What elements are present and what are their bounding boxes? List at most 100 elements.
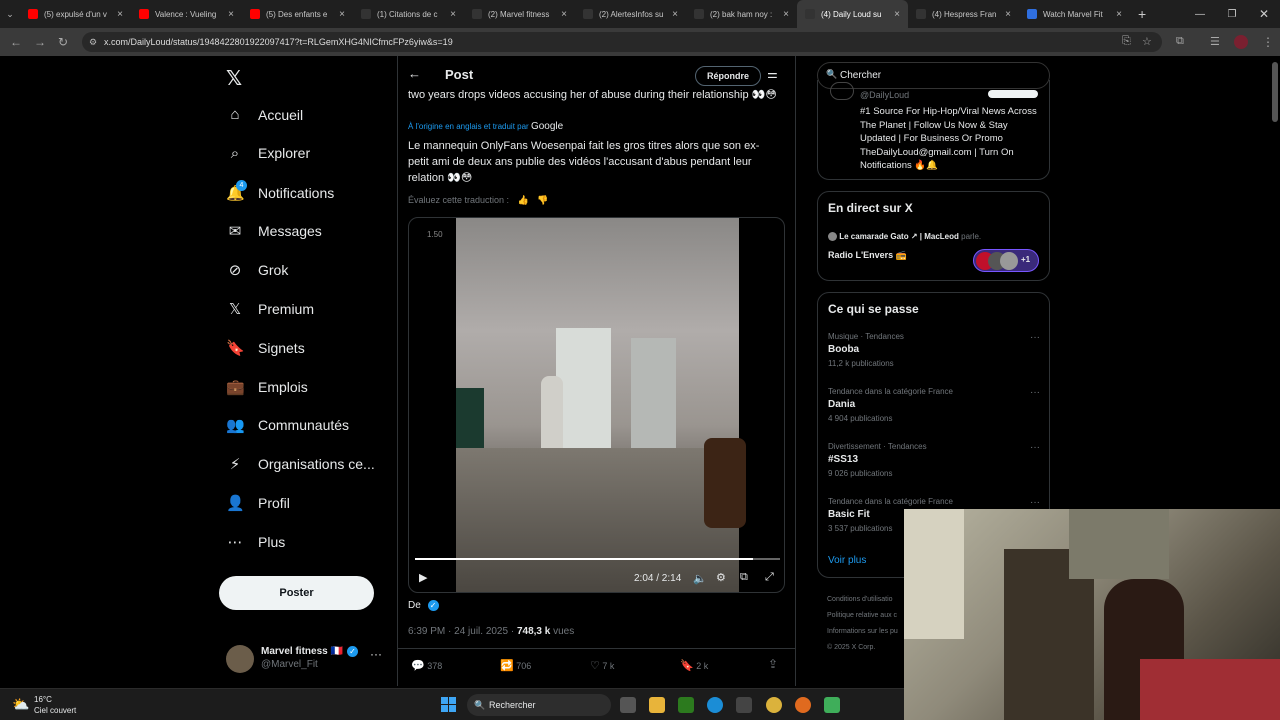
video-settings-icon[interactable]: ⚙ [716,571,726,584]
sidebar-item-organisations-ce[interactable]: ⚡ Organisations ce... [226,455,375,473]
back-arrow-icon[interactable]: ← [408,66,421,81]
footer-link[interactable]: Conditions d'utilisatio [827,592,907,608]
sidebar-item-signets[interactable]: 🔖 Signets [226,339,305,357]
close-window-button[interactable]: ✕ [1248,7,1280,21]
footer-link[interactable]: Informations sur les pu [827,624,907,640]
reply-button[interactable]: Répondre [695,66,761,86]
settings-sliders-icon[interactable]: ⚌ [767,67,778,81]
pip-icon[interactable]: ⧉ [740,571,748,584]
account-switcher[interactable]: Marvel fitness 🇫🇷 ✓ @Marvel_Fit ··· [226,643,386,675]
trend-item[interactable]: Divertissement · Tendances #SS13 9 026 p… [828,442,1040,478]
profile-avatar[interactable] [1234,35,1248,49]
fullscreen-icon[interactable]: ⤢ [765,571,774,584]
tab-close-icon[interactable]: × [672,9,678,20]
firefox-icon[interactable] [795,697,811,713]
repost-action[interactable]: 🔁 706 [500,659,531,672]
browser-tab[interactable]: (2) bak ham noy : × [686,0,797,28]
sidebar-item-grok[interactable]: ⊘ Grok [226,261,289,279]
browser-tab[interactable]: (5) Des enfants e × [242,0,353,28]
sidebar-item-premium[interactable]: 𝕏 Premium [226,300,314,318]
x-logo[interactable]: 𝕏 [226,66,242,91]
tab-close-icon[interactable]: × [228,9,234,20]
post-button[interactable]: Poster [219,576,374,610]
edge-icon[interactable] [707,697,723,713]
video-progress-bar[interactable] [415,558,780,560]
minimize-window-button[interactable]: — [1184,9,1216,20]
browser-tab[interactable]: (2) AlertesInfos su × [575,0,686,28]
bookmark-action[interactable]: 🔖 2 k [680,659,708,672]
new-tab-button[interactable]: + [1138,6,1146,22]
thumbs-down-icon[interactable]: 👎 [537,195,548,205]
browser-tab[interactable]: (5) expulsé d'un v × [20,0,131,28]
tab-list-chevron-icon[interactable]: ⌄ [0,9,20,20]
browser-tab[interactable]: (4) Daily Loud su × [797,0,908,28]
trend-item[interactable]: Musique · Tendances Booba 11,2 k publica… [828,332,1040,368]
browser-tab[interactable]: (4) Hespress Fran × [908,0,1019,28]
trend-more-icon[interactable]: ··· [1030,332,1040,343]
play-icon[interactable]: ▶ [419,571,427,584]
browser-tab[interactable]: Watch Marvel Fit × [1019,0,1130,28]
taskbar-search[interactable]: 🔍 Rechercher [467,694,611,716]
trend-more-icon[interactable]: ··· [1030,387,1040,398]
trend-more-icon[interactable]: ··· [1030,497,1040,508]
reply-action[interactable]: 💬 378 [411,659,442,672]
bookmark-star-icon[interactable]: ☆ [1142,35,1152,48]
listener-more-count: +1 [1021,255,1031,264]
start-button[interactable] [441,697,456,712]
follow-button[interactable] [988,90,1038,98]
tab-close-icon[interactable]: × [894,9,900,20]
sidebar-item-explorer[interactable]: ⌕ Explorer [226,145,310,162]
task-view-icon[interactable] [620,697,636,713]
back-icon[interactable]: ← [10,35,22,49]
chrome-icon[interactable] [766,697,782,713]
sidebar-item-emplois[interactable]: 💼 Emplois [226,378,308,396]
browser-tab[interactable]: (1) Citations de c × [353,0,464,28]
install-app-icon[interactable]: ⎘ [1122,35,1131,48]
share-icon[interactable]: ⇪ [768,657,778,671]
browser-menu-icon[interactable]: ⋮ [1262,35,1274,49]
live-room[interactable]: Radio L'Envers 📻 [828,250,907,261]
tab-close-icon[interactable]: × [339,9,345,20]
profile-avatar[interactable] [830,82,854,100]
page-scrollbar[interactable] [1272,62,1278,122]
nvidia-icon[interactable] [678,697,694,713]
sidebar-item-notifications[interactable]: 🔔 4 Notifications [226,179,334,202]
reload-icon[interactable]: ↻ [58,35,68,49]
reading-list-icon[interactable]: ☰ [1210,35,1220,48]
store-icon[interactable] [736,697,752,713]
site-info-icon[interactable]: ⚙ [89,32,97,52]
tab-close-icon[interactable]: × [561,9,567,20]
listeners-pill[interactable]: +1 [973,249,1039,272]
tab-close-icon[interactable]: × [450,9,456,20]
tab-close-icon[interactable]: × [1116,9,1122,20]
sidebar-item-communautés[interactable]: 👥 Communautés [226,416,349,434]
translation-note: À l'origine en anglais et traduit par Go… [408,121,563,132]
trend-item[interactable]: Tendance dans la catégorie France Dania … [828,387,1040,423]
tab-close-icon[interactable]: × [1005,9,1011,20]
footer-link[interactable]: Politique relative aux c [827,608,907,624]
tab-close-icon[interactable]: × [783,9,789,20]
like-action[interactable]: ♡ 7 k [590,659,614,672]
restore-window-button[interactable]: ❐ [1216,9,1248,20]
tab-close-icon[interactable]: × [117,9,123,20]
sidebar-item-accueil[interactable]: ⌂ Accueil [226,106,303,123]
sidebar-item-plus[interactable]: ⋯ Plus [226,533,286,551]
browser-tab[interactable]: (2) Marvel fitness × [464,0,575,28]
trend-more-icon[interactable]: ··· [1030,442,1040,453]
extensions-icon[interactable]: ⧉ [1176,35,1184,48]
show-more-link[interactable]: Voir plus [828,555,866,566]
sidebar-item-profil[interactable]: 👤 Profil [226,494,290,512]
thumbs-up-icon[interactable]: 👍 [518,195,529,205]
post-timestamp[interactable]: 6:39 PM · 24 juil. 2025 · [408,626,517,637]
obs-icon[interactable] [824,697,840,713]
account-more-icon[interactable]: ··· [370,647,382,661]
volume-icon[interactable]: 🔈 [693,572,707,585]
address-bar[interactable]: ⚙ x.com/DailyLoud/status/194842280192209… [82,32,1162,52]
browser-tab[interactable]: Valence : Vueling × [131,0,242,28]
forward-icon[interactable]: → [34,35,46,49]
sidebar-item-messages[interactable]: ✉ Messages [226,222,322,240]
taskbar-search-text: Rechercher [489,700,536,710]
file-explorer-icon[interactable] [649,697,665,713]
url-text: x.com/DailyLoud/status/19484228019220974… [104,37,453,47]
video-player[interactable]: 1.50 ▶ 2:04 / 2:14 🔈 ⚙ ⧉ ⤢ [408,217,785,593]
